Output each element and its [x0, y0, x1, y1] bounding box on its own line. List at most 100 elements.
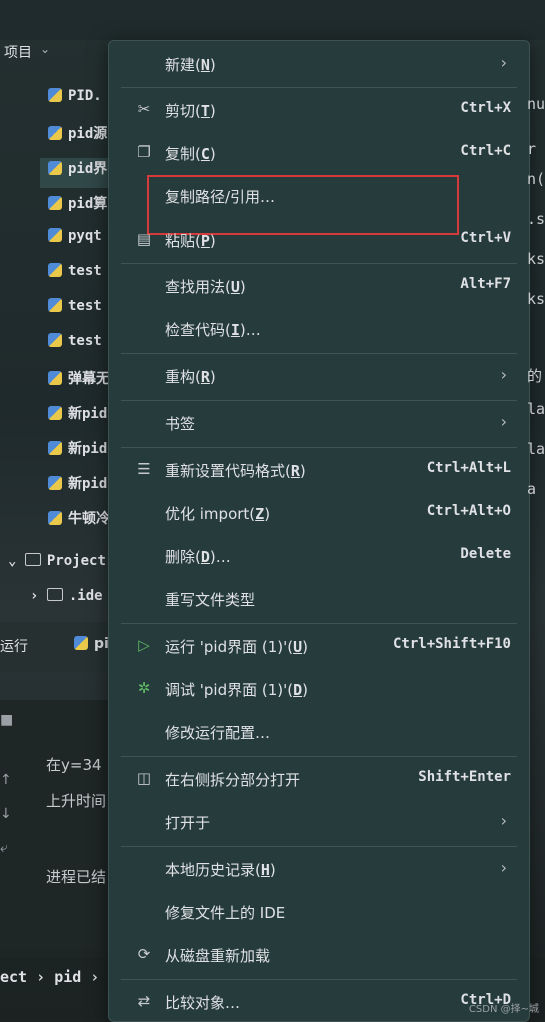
chevron-right-icon: › [500, 811, 507, 830]
menu-item-label: 书签 [165, 415, 196, 433]
menu-item[interactable]: ☰ 重新设置代码格式(R) Ctrl+Alt+L [109, 451, 529, 487]
menu-item-label: 调试 'pid界面 (1)'(D) [165, 681, 308, 699]
console-line: 上升时间 [46, 792, 107, 810]
menu-item[interactable]: ▤ 粘贴(P) Ctrl+V [109, 221, 529, 257]
menu-item[interactable]: 重写文件类型 [109, 580, 529, 616]
menu-item[interactable]: 修改运行配置… [109, 713, 529, 749]
breadcrumb-item-pid[interactable]: pid [54, 968, 81, 986]
menu-item-label: 修复文件上的 IDE [165, 904, 286, 922]
menu-item-shortcut: Ctrl+Alt+L [426, 460, 511, 476]
chevron-down-icon: ⌄ [8, 553, 17, 569]
tree-folder-idea[interactable]: › .ide [30, 588, 103, 604]
menu-item-label: 剪切(T) [165, 102, 216, 120]
menu-item[interactable]: ⟳ 从磁盘重新加载 [109, 936, 529, 972]
menu-item-shortcut: Ctrl+Shift+F10 [392, 636, 511, 652]
context-menu: 新建(N) › ✂ 剪切(T) Ctrl+X ❐ 复制(C) Ctrl+C 复制路径/引用… ▤ 粘… [108, 40, 530, 1022]
top-bar [0, 0, 545, 40]
menu-item[interactable]: 检查代码(I)… [109, 310, 529, 346]
code-fragment: 的 [527, 367, 543, 385]
menu-item[interactable]: 优化 import(Z) Ctrl+Alt+O [109, 494, 529, 530]
menu-item-label: 比较对象… [165, 994, 241, 1012]
menu-item-label: 重写文件类型 [165, 591, 256, 609]
menu-item-label: 本地历史记录(H) [165, 861, 276, 879]
menu-item-label: 修改运行配置… [165, 724, 271, 742]
python-file-icon [48, 298, 62, 312]
code-fragment: a [527, 480, 537, 498]
python-file-icon [48, 126, 62, 140]
menu-separator [121, 353, 517, 354]
menu-separator [121, 623, 517, 624]
breadcrumb: ect › pid › [0, 968, 100, 986]
chevron-right-icon: › [500, 53, 507, 72]
python-file-icon [48, 371, 62, 385]
python-file-icon [48, 161, 62, 175]
paste-icon: ▤ [136, 230, 152, 248]
menu-item-label: 新建(N) [165, 56, 216, 74]
console-panel [0, 700, 115, 950]
menu-item-label: 重构(R) [165, 368, 216, 386]
menu-item-label: 在右侧拆分部分打开 [165, 771, 301, 789]
code-fragment: ks [527, 290, 545, 308]
menu-item[interactable]: 新建(N) › [109, 45, 529, 81]
menu-item[interactable]: 书签 › [109, 404, 529, 440]
scissors-icon: ✂ [137, 100, 151, 118]
menu-item-shortcut: Alt+F7 [460, 276, 511, 292]
wrap-icon[interactable]: ⤶ [0, 840, 8, 856]
python-file-icon [48, 88, 62, 102]
watermark: CSDN @择~城 [468, 1004, 539, 1015]
menu-item[interactable]: 重构(R) › [109, 357, 529, 393]
chevron-down-icon[interactable]: ⌄ [40, 42, 50, 56]
breadcrumb-item-project[interactable]: ect [0, 968, 27, 986]
menu-item-shortcut: Ctrl+Alt+O [426, 503, 511, 519]
menu-item[interactable]: ⇄ 比较对象… Ctrl+D [109, 983, 529, 1019]
menu-item-shortcut: Ctrl+C [460, 143, 511, 159]
python-file-icon [48, 476, 62, 490]
project-view-label[interactable]: 项目 [4, 42, 32, 62]
menu-item-shortcut: Ctrl+X [460, 100, 511, 116]
code-fragment: n( [527, 170, 545, 188]
python-file-icon [74, 636, 88, 650]
menu-item[interactable]: ▷ 运行 'pid界面 (1)'(U) Ctrl+Shift+F10 [109, 627, 529, 663]
menu-item-label: 粘贴(P) [165, 232, 216, 250]
format-icon: ☰ [137, 460, 151, 478]
code-fragment: ks [527, 250, 545, 268]
run-tool-label[interactable]: 运行 [0, 636, 28, 656]
code-fragment: la [527, 400, 545, 418]
python-file-icon [48, 511, 62, 525]
code-fragment: la [527, 440, 545, 458]
compare-icon: ⇄ [137, 992, 151, 1010]
copy-icon: ❐ [137, 143, 151, 161]
menu-separator [121, 87, 517, 88]
menu-separator [121, 263, 517, 264]
split-icon: ◫ [136, 769, 152, 787]
menu-item-label: 优化 import(Z) [165, 505, 271, 523]
menu-item[interactable]: 复制路径/引用… [109, 177, 529, 213]
menu-item[interactable]: 删除(D)… Delete [109, 537, 529, 573]
stop-icon[interactable]: ■ [0, 712, 13, 728]
tree-folder-project[interactable]: ⌄ Project [8, 553, 106, 569]
up-arrow-icon[interactable]: ↑ [0, 772, 12, 788]
python-file-icon [48, 406, 62, 420]
menu-item[interactable]: 打开于 › [109, 803, 529, 839]
menu-item[interactable]: 本地历史记录(H) › [109, 850, 529, 886]
menu-item[interactable]: ✲ 调试 'pid界面 (1)'(D) [109, 670, 529, 706]
menu-item-label: 查找用法(U) [165, 278, 246, 296]
menu-item-label: 打开于 [165, 814, 211, 832]
menu-item[interactable]: ◫ 在右侧拆分部分打开 Shift+Enter [109, 760, 529, 796]
console-line: 进程已结 [46, 868, 107, 886]
python-file-icon [48, 333, 62, 347]
menu-item[interactable]: ❐ 复制(C) Ctrl+C [109, 134, 529, 170]
debug-icon: ✲ [137, 679, 151, 697]
menu-item[interactable]: 修复文件上的 IDE [109, 893, 529, 929]
console-line: 在y=34 [46, 756, 102, 774]
code-fragment: .s [527, 210, 545, 228]
python-file-icon [48, 263, 62, 277]
code-fragment: nu [527, 95, 545, 113]
menu-item[interactable]: ✂ 剪切(T) Ctrl+X [109, 91, 529, 127]
run-tab[interactable]: pi [74, 636, 109, 652]
menu-separator [121, 447, 517, 448]
run-icon: ▷ [138, 636, 150, 654]
menu-item[interactable]: 查找用法(U) Alt+F7 [109, 267, 529, 303]
menu-separator [121, 846, 517, 847]
down-arrow-icon[interactable]: ↓ [0, 806, 12, 822]
